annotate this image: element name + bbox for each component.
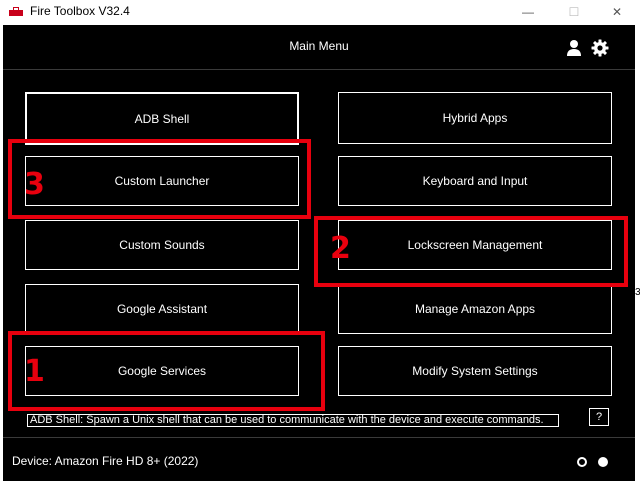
page-indicator-dot-1[interactable]	[577, 457, 587, 467]
menu-button-lockscreen-management[interactable]: Lockscreen Management	[338, 220, 612, 270]
menu-button-manage-amazon-apps[interactable]: Manage Amazon Apps	[338, 284, 612, 334]
help-button[interactable]: ?	[589, 408, 609, 426]
page-title: Main Menu	[289, 39, 349, 53]
footer-divider	[3, 437, 635, 438]
window-title: Fire Toolbox V32.4	[30, 4, 130, 18]
description-text: ADB Shell: Spawn a Unix shell that can b…	[27, 414, 559, 427]
menu-button-custom-launcher[interactable]: Custom Launcher	[25, 156, 299, 206]
menu-button-modify-system-settings[interactable]: Modify System Settings	[338, 346, 612, 396]
close-button[interactable]: ✕	[594, 0, 640, 23]
page-indicator-dot-2[interactable]	[598, 457, 608, 467]
menu-button-custom-sounds[interactable]: Custom Sounds	[25, 220, 299, 270]
header-divider	[3, 69, 635, 70]
menu-button-hybrid-apps[interactable]: Hybrid Apps	[338, 92, 612, 144]
title-bar: Fire Toolbox V32.4 — ☐ ✕	[0, 0, 640, 23]
menu-button-keyboard-and-input[interactable]: Keyboard and Input	[338, 156, 612, 206]
maximize-button[interactable]: ☐	[551, 0, 597, 23]
minimize-button[interactable]: —	[505, 0, 551, 23]
app-window: Main Menu ADB Shell Custom Launcher Cust…	[3, 25, 635, 481]
menu-button-google-services[interactable]: Google Services	[25, 346, 299, 396]
menu-button-google-assistant[interactable]: Google Assistant	[25, 284, 299, 334]
device-label: Device: Amazon Fire HD 8+ (2022)	[12, 454, 199, 468]
menu-button-adb-shell[interactable]: ADB Shell	[25, 92, 299, 145]
toolbox-icon	[9, 7, 23, 16]
gear-icon[interactable]	[591, 39, 609, 57]
user-icon[interactable]	[565, 39, 583, 57]
background-window-text: 3	[635, 287, 640, 298]
